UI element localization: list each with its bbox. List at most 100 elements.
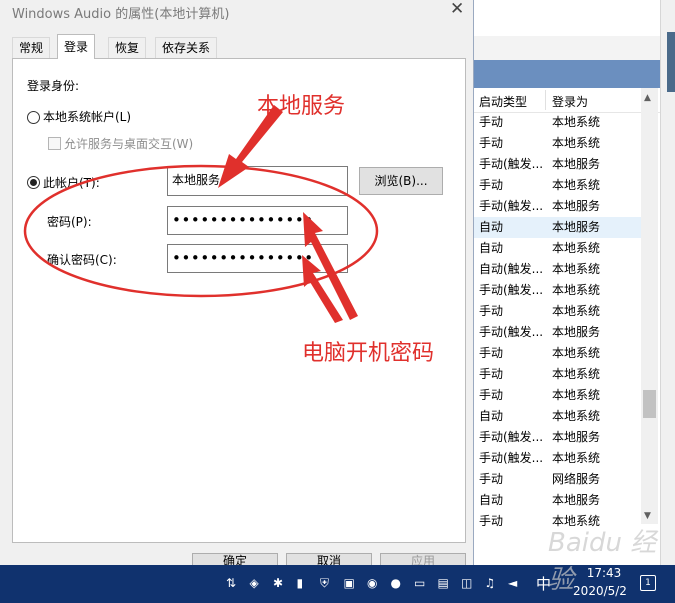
logon-as-cell: 本地服务 bbox=[552, 157, 601, 171]
allow-desktop-checkbox[interactable] bbox=[48, 137, 61, 150]
scrollbar-thumb[interactable] bbox=[643, 390, 656, 418]
service-row[interactable]: 手动 本地系统 bbox=[460, 112, 644, 133]
notification-icon[interactable]: 1 bbox=[640, 575, 656, 591]
tab-dependencies[interactable]: 依存关系 bbox=[155, 37, 218, 58]
tab-logon[interactable]: 登录 bbox=[57, 34, 96, 59]
startup-type-cell: 手动(触发... bbox=[479, 451, 544, 465]
tab-bar: 常规 登录 恢复 依存关系 bbox=[12, 34, 464, 59]
microphone-icon[interactable]: ♫ bbox=[485, 576, 499, 590]
scroll-up-icon[interactable]: ▲ bbox=[644, 93, 651, 103]
service-row[interactable]: 手动(触发... 本地系统 bbox=[460, 280, 644, 301]
logon-as-header[interactable]: 登录为 bbox=[552, 93, 588, 110]
logon-as-cell: 本地系统 bbox=[552, 451, 601, 465]
startup-type-cell: 手动 bbox=[479, 136, 504, 150]
wechat-icon[interactable]: ◉ bbox=[367, 576, 381, 590]
startup-type-cell: 自动 bbox=[479, 220, 504, 234]
service-row[interactable]: 手动(触发... 本地服务 bbox=[460, 196, 644, 217]
service-row[interactable]: 自动 本地服务 bbox=[460, 217, 644, 238]
logon-as-cell: 本地系统 bbox=[552, 262, 601, 276]
logon-as-cell: 网络服务 bbox=[552, 472, 601, 486]
browse-button[interactable]: 浏览(B)... bbox=[359, 167, 443, 195]
service-row[interactable]: 自动 本地系统 bbox=[460, 406, 644, 427]
startup-type-cell: 自动 bbox=[479, 409, 504, 423]
local-system-label[interactable]: 本地系统帐户(L) bbox=[43, 108, 131, 125]
tab-recovery[interactable]: 恢复 bbox=[108, 37, 147, 58]
service-row[interactable]: 手动 本地系统 bbox=[460, 364, 644, 385]
startup-type-header[interactable]: 启动类型 bbox=[479, 93, 527, 110]
close-icon[interactable]: ✕ bbox=[450, 0, 464, 19]
edge-window-accent bbox=[667, 32, 675, 92]
startup-type-cell: 手动 bbox=[479, 178, 504, 192]
clock-date[interactable]: 2020/5/2 bbox=[560, 584, 640, 598]
logon-as-cell: 本地系统 bbox=[552, 409, 601, 423]
service-row[interactable]: 自动(触发... 本地系统 bbox=[460, 259, 644, 280]
tab-general[interactable]: 常规 bbox=[12, 37, 51, 58]
startup-type-cell: 手动 bbox=[479, 346, 504, 360]
logon-as-label: 登录身份: bbox=[27, 79, 80, 93]
logon-as-cell: 本地系统 bbox=[552, 304, 601, 318]
service-row[interactable]: 自动 本地系统 bbox=[460, 238, 644, 259]
logon-as-cell: 本地系统 bbox=[552, 367, 601, 381]
service-row[interactable]: 手动 本地系统 bbox=[460, 343, 644, 364]
storage-icon[interactable]: ▮ bbox=[297, 576, 311, 590]
startup-type-cell: 手动 bbox=[479, 115, 504, 129]
ime-indicator[interactable]: 中 bbox=[536, 573, 551, 594]
network-icon[interactable]: ◫ bbox=[461, 576, 475, 590]
this-account-label[interactable]: 此帐户(T): bbox=[43, 174, 100, 191]
services-scrollbar[interactable] bbox=[641, 88, 658, 524]
startup-type-cell: 手动 bbox=[479, 388, 504, 402]
logon-tab-panel: 登录身份: 本地系统帐户(L) 允许服务与桌面交互(W) 此帐户(T): 本地服… bbox=[12, 58, 466, 543]
logon-as-cell: 本地服务 bbox=[552, 430, 601, 444]
column-divider[interactable] bbox=[545, 90, 546, 110]
clock-time[interactable]: 17:43 bbox=[584, 566, 624, 580]
shield-icon[interactable]: ◈ bbox=[250, 576, 264, 590]
usb-icon[interactable]: ⇅ bbox=[226, 576, 240, 590]
startup-type-cell: 手动 bbox=[479, 304, 504, 318]
service-row[interactable]: 手动(触发... 本地系统 bbox=[460, 448, 644, 469]
logon-as-cell: 本地系统 bbox=[552, 388, 601, 402]
service-row[interactable]: 手动(触发... 本地服务 bbox=[460, 322, 644, 343]
battery-icon[interactable]: ▭ bbox=[414, 576, 428, 590]
logon-as-cell: 本地系统 bbox=[552, 283, 601, 297]
service-row[interactable]: 自动 本地服务 bbox=[460, 490, 644, 511]
startup-type-cell: 手动(触发... bbox=[479, 157, 544, 171]
defender-icon[interactable]: ⛨ bbox=[320, 576, 334, 590]
password-input[interactable]: ••••••••••••••• bbox=[167, 206, 348, 235]
logon-as-cell: 本地服务 bbox=[552, 493, 601, 507]
service-row[interactable]: 手动 本地系统 bbox=[460, 133, 644, 154]
logon-as-cell: 本地系统 bbox=[552, 178, 601, 192]
logon-as-cell: 本地系统 bbox=[552, 241, 601, 255]
local-system-radio[interactable] bbox=[27, 111, 40, 124]
display-icon[interactable]: ▤ bbox=[438, 576, 452, 590]
nvidia-icon[interactable]: ▣ bbox=[344, 576, 358, 590]
services-toolbar bbox=[460, 36, 660, 60]
logon-as-cell: 本地服务 bbox=[552, 325, 601, 339]
services-column-header: 启动类型 登录为 bbox=[460, 88, 660, 113]
service-row[interactable]: 手动 本地系统 bbox=[460, 175, 644, 196]
startup-type-cell: 手动(触发... bbox=[479, 325, 544, 339]
startup-type-cell: 手动 bbox=[479, 514, 504, 528]
logon-as-cell: 本地服务 bbox=[552, 199, 601, 213]
service-row[interactable]: 手动 本地系统 bbox=[460, 301, 644, 322]
service-row[interactable]: 手动(触发... 本地服务 bbox=[460, 154, 644, 175]
volume-icon[interactable]: ◄ bbox=[508, 576, 522, 590]
logon-as-cell: 本地系统 bbox=[552, 346, 601, 360]
dialog-title: Windows Audio 的属性(本地计算机) bbox=[12, 7, 230, 22]
account-input[interactable]: 本地服务 bbox=[167, 166, 348, 196]
startup-type-cell: 自动(触发... bbox=[479, 262, 544, 276]
logon-as-cell: 本地系统 bbox=[552, 136, 601, 150]
scroll-down-icon[interactable]: ▼ bbox=[644, 511, 651, 521]
startup-type-cell: 自动 bbox=[479, 241, 504, 255]
logon-as-cell: 本地服务 bbox=[552, 220, 601, 234]
service-row[interactable]: 手动 本地系统 bbox=[460, 385, 644, 406]
this-account-radio[interactable] bbox=[27, 176, 40, 189]
service-row[interactable]: 手动(触发... 本地服务 bbox=[460, 427, 644, 448]
service-row[interactable]: 手动 网络服务 bbox=[460, 469, 644, 490]
bluetooth-icon[interactable]: ✱ bbox=[273, 576, 287, 590]
allow-desktop-label[interactable]: 允许服务与桌面交互(W) bbox=[64, 135, 193, 152]
qq-icon[interactable]: ● bbox=[391, 576, 405, 590]
startup-type-cell: 手动(触发... bbox=[479, 283, 544, 297]
services-title-area bbox=[460, 0, 660, 37]
confirm-password-input[interactable]: ••••••••••••••• bbox=[167, 244, 348, 273]
startup-type-cell: 手动 bbox=[479, 472, 504, 486]
